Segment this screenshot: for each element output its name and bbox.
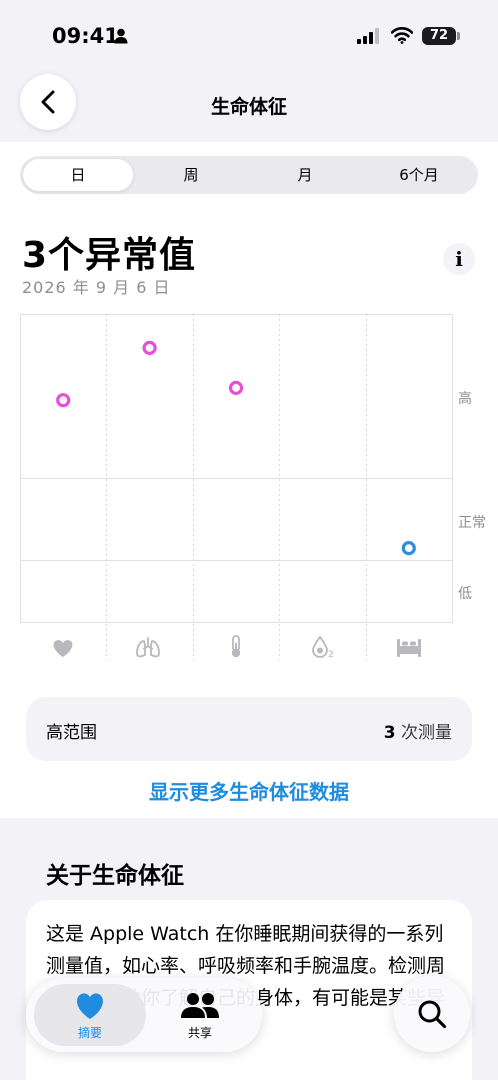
- tab-sharing[interactable]: 共享: [144, 984, 256, 1046]
- plot-frame: [20, 314, 453, 623]
- show-more-vitals-link[interactable]: 显示更多生命体征数据: [0, 776, 498, 805]
- vitals-chart-plot: 2: [20, 314, 453, 660]
- outlier-count-headline: 3个异常值: [22, 235, 197, 276]
- tab-bar: 摘要 共享: [26, 978, 262, 1052]
- band-label-low: 低: [458, 586, 472, 602]
- measurement-count-value: 3: [383, 723, 396, 743]
- status-bar: 09:41 72: [0, 0, 498, 72]
- search-button[interactable]: [394, 976, 470, 1052]
- date-label: 2026 年 9 月 6 日: [22, 278, 171, 297]
- wifi-icon: [391, 27, 413, 44]
- search-icon: [418, 1000, 447, 1029]
- person-icon: [114, 28, 128, 44]
- measurement-count-unit: 次测量: [395, 723, 452, 743]
- tab-day[interactable]: 日: [23, 159, 133, 191]
- status-time: 09:41: [52, 24, 119, 48]
- band-label-high: 高: [458, 391, 472, 407]
- thermometer-icon: [231, 635, 241, 658]
- data-point-heart[interactable]: [56, 393, 71, 408]
- measurement-count: 3 次测量: [384, 718, 452, 743]
- about-title: 关于生命体征: [46, 863, 184, 889]
- bed-icon: [397, 639, 421, 657]
- data-point-bed[interactable]: [401, 541, 416, 556]
- tab-summary[interactable]: 摘要: [34, 984, 146, 1046]
- tab-week[interactable]: 周: [134, 159, 248, 191]
- page-title: 生命体征: [210, 96, 287, 118]
- data-points: [56, 340, 416, 556]
- period-segmented-control: 日 周 月 6个月: [20, 156, 478, 194]
- tab-6-months[interactable]: 6个月: [362, 159, 476, 191]
- signal-icon: [357, 28, 379, 44]
- battery-cap: [457, 32, 460, 40]
- tab-summary-label: 摘要: [77, 1026, 102, 1040]
- vitals-chart: 2 高 正常 低: [0, 300, 498, 670]
- band-label-normal: 正常: [458, 515, 486, 531]
- lungs-icon: [136, 637, 160, 658]
- blood-oxygen-icon: 2: [312, 635, 334, 660]
- heart-icon: [53, 640, 73, 657]
- high-range-row[interactable]: 高范围 3 次测量: [26, 697, 472, 761]
- tab-month[interactable]: 月: [248, 159, 362, 191]
- battery-indicator: 72: [422, 27, 456, 45]
- info-button[interactable]: i: [443, 243, 475, 275]
- range-label: 高范围: [46, 723, 97, 743]
- svg-text:2: 2: [328, 650, 334, 660]
- tab-sharing-label: 共享: [187, 1026, 212, 1040]
- people-icon: [181, 993, 219, 1018]
- data-point-thermometer[interactable]: [228, 380, 244, 396]
- data-point-lungs[interactable]: [142, 340, 157, 356]
- heart-icon: [77, 993, 103, 1019]
- nav-bar: 生命体征: [0, 72, 498, 142]
